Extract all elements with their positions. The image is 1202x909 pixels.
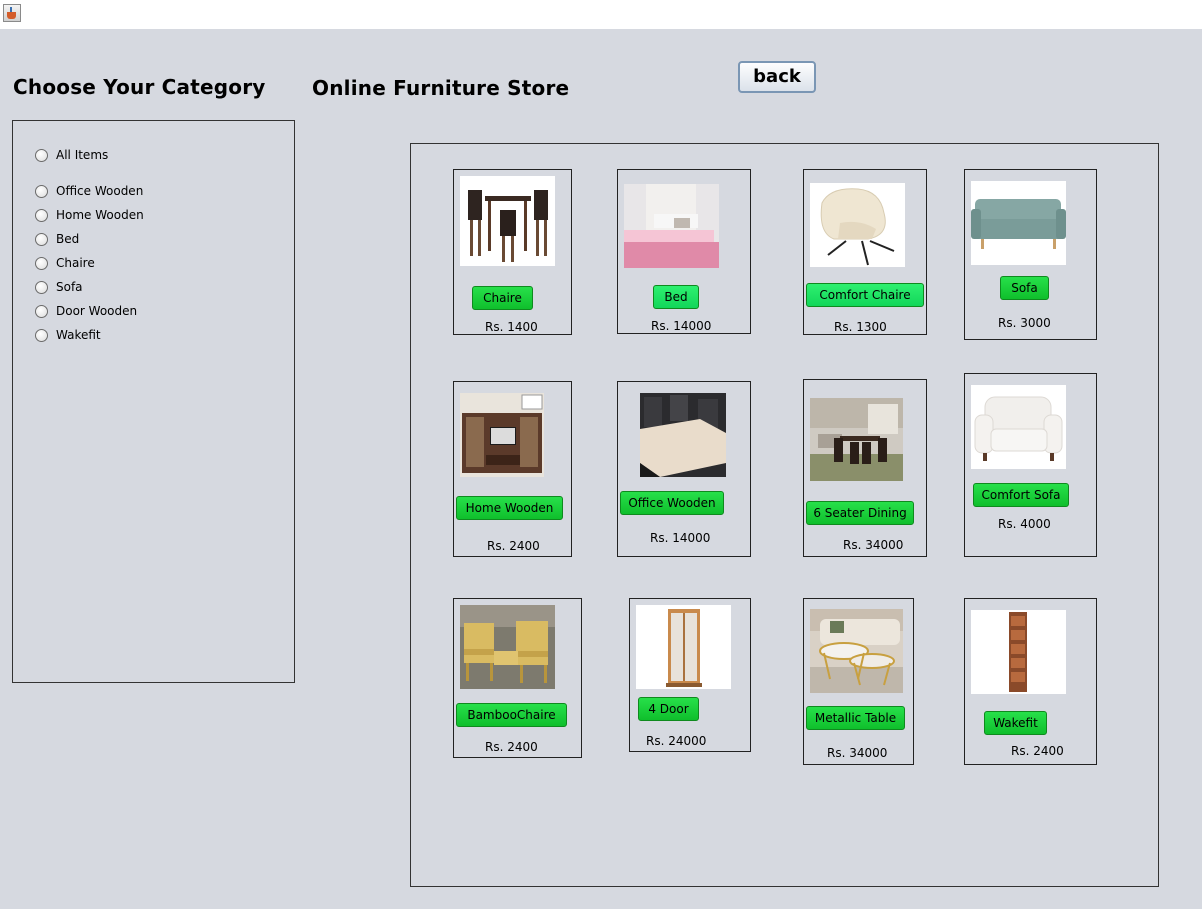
category-label: Sofa [56, 280, 83, 294]
window-title-bar [0, 0, 1202, 29]
product-button-home-wooden[interactable]: Home Wooden [456, 496, 563, 520]
product-button-sofa[interactable]: Sofa [1000, 276, 1049, 300]
product-button-wakefit[interactable]: Wakefit [984, 711, 1047, 735]
category-radio-wakefit[interactable]: Wakefit [35, 326, 101, 344]
category-radio-door-wooden[interactable]: Door Wooden [35, 302, 137, 320]
category-label: All Items [56, 148, 109, 162]
radio-button-icon[interactable] [35, 328, 48, 342]
product-button-bamboochaire[interactable]: BambooChaire [456, 703, 567, 727]
dining-set-image [460, 176, 555, 266]
category-label: Bed [56, 232, 80, 246]
category-label: Door Wooden [56, 304, 138, 318]
store-title: Online Furniture Store [312, 76, 570, 100]
product-price: Rs. 1400 [485, 320, 538, 334]
product-button-comfort-sofa[interactable]: Comfort Sofa [973, 483, 1069, 507]
category-radio-sofa[interactable]: Sofa [35, 278, 83, 296]
category-label: Office Wooden [56, 184, 144, 198]
radio-button-icon[interactable] [35, 280, 48, 294]
product-price: Rs. 3000 [998, 316, 1051, 330]
product-price: Rs. 1300 [834, 320, 887, 334]
radio-button-icon[interactable] [35, 232, 48, 246]
product-price: Rs. 14000 [651, 319, 712, 333]
wardrobe-image [636, 605, 731, 689]
nesting-table-image [810, 609, 903, 693]
category-radio-home-wooden[interactable]: Home Wooden [35, 206, 144, 224]
product-price: Rs. 24000 [646, 734, 707, 748]
product-button-metallic-table[interactable]: Metallic Table [806, 706, 905, 730]
bed-image [624, 184, 719, 268]
category-label: Home Wooden [56, 208, 144, 222]
product-button-chaire[interactable]: Chaire [472, 286, 533, 310]
lounge-chair-image [810, 183, 905, 267]
product-price: Rs. 34000 [827, 746, 888, 760]
corner-shelf-image [971, 610, 1066, 694]
product-price: Rs. 4000 [998, 517, 1051, 531]
radio-button-icon[interactable] [35, 184, 48, 198]
java-cup-icon[interactable] [3, 4, 21, 22]
radio-button-icon[interactable] [35, 256, 48, 270]
product-price: Rs. 34000 [843, 538, 904, 552]
radio-button-icon[interactable] [35, 304, 48, 318]
product-price: Rs. 14000 [650, 531, 711, 545]
category-radio-office-wooden[interactable]: Office Wooden [35, 182, 143, 200]
category-radio-all-items[interactable]: All Items [35, 146, 108, 164]
bamboo-set-image [460, 605, 555, 689]
teal-sofa-image [971, 181, 1066, 265]
category-radio-bed[interactable]: Bed [35, 230, 79, 248]
category-label: Chaire [56, 256, 95, 270]
product-button-bed[interactable]: Bed [653, 285, 699, 309]
product-button-4-door[interactable]: 4 Door [638, 697, 699, 721]
category-panel: All Items Office Wooden Home Wooden Bed … [12, 120, 295, 683]
product-price: Rs. 2400 [487, 539, 540, 553]
radio-button-icon[interactable] [35, 148, 48, 162]
office-table-image [640, 393, 726, 477]
category-heading: Choose Your Category [13, 75, 266, 99]
product-button-6-seater-dining[interactable]: 6 Seater Dining [806, 501, 914, 525]
product-price: Rs. 2400 [485, 740, 538, 754]
tv-unit-image [460, 393, 544, 477]
category-label: Wakefit [56, 328, 101, 342]
category-radio-chaire[interactable]: Chaire [35, 254, 95, 272]
dining-room-image [810, 398, 903, 481]
armchair-image [971, 385, 1066, 469]
radio-button-icon[interactable] [35, 208, 48, 222]
product-price: Rs. 2400 [1011, 744, 1064, 758]
product-button-comfort-chaire[interactable]: Comfort Chaire [806, 283, 924, 307]
back-button[interactable]: back [738, 61, 816, 93]
product-button-office-wooden[interactable]: Office Wooden [620, 491, 724, 515]
